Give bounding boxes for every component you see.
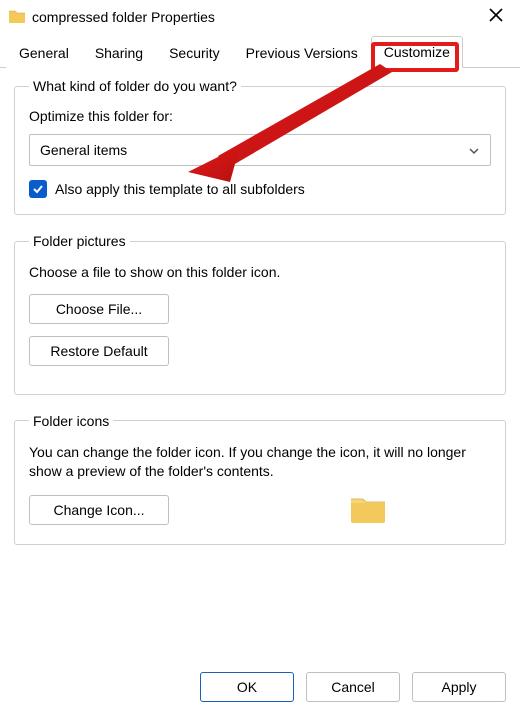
chevron-down-icon bbox=[468, 144, 480, 156]
group-folder-kind-legend: What kind of folder do you want? bbox=[29, 78, 241, 94]
group-folder-kind: What kind of folder do you want? Optimiz… bbox=[14, 78, 506, 215]
ok-button[interactable]: OK bbox=[200, 672, 294, 702]
apply-subfolders-checkbox[interactable] bbox=[29, 180, 47, 198]
dialog-footer: OK Cancel Apply bbox=[200, 672, 506, 702]
folder-icons-desc: You can change the folder icon. If you c… bbox=[29, 443, 491, 481]
tab-previous-versions[interactable]: Previous Versions bbox=[233, 37, 371, 68]
tab-strip: General Sharing Security Previous Versio… bbox=[0, 34, 520, 68]
folder-pictures-desc: Choose a file to show on this folder ico… bbox=[29, 263, 491, 282]
folder-icon bbox=[8, 8, 26, 27]
group-folder-pictures: Folder pictures Choose a file to show on… bbox=[14, 233, 506, 395]
tab-content: What kind of folder do you want? Optimiz… bbox=[0, 68, 520, 545]
choose-file-button[interactable]: Choose File... bbox=[29, 294, 169, 324]
window-title: compressed folder Properties bbox=[32, 9, 482, 25]
close-icon bbox=[488, 7, 504, 23]
folder-preview-icon bbox=[349, 493, 387, 528]
cancel-button[interactable]: Cancel bbox=[306, 672, 400, 702]
group-folder-icons-legend: Folder icons bbox=[29, 413, 113, 429]
apply-subfolders-label: Also apply this template to all subfolde… bbox=[55, 181, 305, 197]
group-folder-pictures-legend: Folder pictures bbox=[29, 233, 130, 249]
close-button[interactable] bbox=[482, 6, 510, 29]
group-folder-icons: Folder icons You can change the folder i… bbox=[14, 413, 506, 545]
change-icon-button[interactable]: Change Icon... bbox=[29, 495, 169, 525]
tab-customize[interactable]: Customize bbox=[371, 36, 463, 68]
optimize-select[interactable]: General items bbox=[29, 134, 491, 166]
optimize-select-value: General items bbox=[40, 142, 127, 158]
checkmark-icon bbox=[32, 183, 44, 195]
optimize-label: Optimize this folder for: bbox=[29, 108, 491, 124]
tab-security[interactable]: Security bbox=[156, 37, 233, 68]
restore-default-button[interactable]: Restore Default bbox=[29, 336, 169, 366]
tab-sharing[interactable]: Sharing bbox=[82, 37, 156, 68]
titlebar: compressed folder Properties bbox=[0, 0, 520, 34]
tab-general[interactable]: General bbox=[6, 37, 82, 68]
apply-button[interactable]: Apply bbox=[412, 672, 506, 702]
